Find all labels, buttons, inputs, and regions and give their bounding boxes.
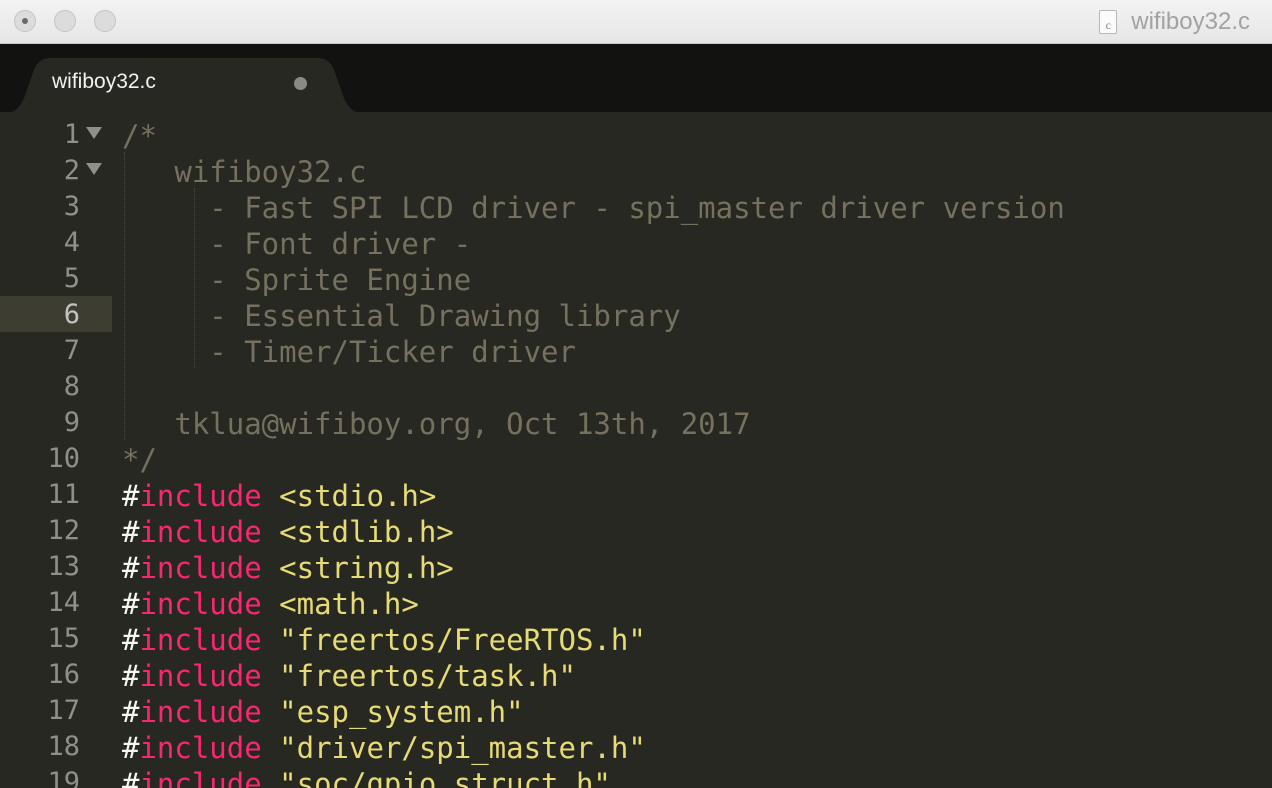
include-keyword: include	[139, 551, 262, 585]
tab-wifiboy32-c[interactable]: wifiboy32.c	[0, 58, 368, 114]
include-keyword: include	[139, 623, 262, 657]
tab-bar: wifiboy32.c	[0, 44, 1272, 114]
code-text: #include "freertos/FreeRTOS.h"	[122, 623, 646, 657]
minimize-window-button[interactable]	[54, 10, 76, 32]
line-number: 9	[63, 407, 80, 438]
code-line: 14 #include <math.h>	[0, 584, 1272, 621]
include-path: "driver/spi_master.h"	[261, 731, 646, 765]
include-path: "soc/gpio_struct.h"	[261, 767, 611, 788]
window-title: c wifiboy32.c	[1099, 8, 1250, 36]
zoom-window-button[interactable]	[94, 10, 116, 32]
code-line: 9 tklua@wifiboy.org, Oct 13th, 2017	[0, 404, 1272, 441]
preprocessor-hash: #	[122, 731, 140, 765]
line-number: 19	[47, 767, 80, 788]
code-text: /*	[122, 119, 157, 153]
code-text: #include "esp_system.h"	[122, 695, 524, 729]
preprocessor-hash: #	[122, 587, 140, 621]
c-file-icon: c	[1099, 10, 1118, 34]
line-number: 7	[63, 335, 80, 366]
include-path: <stdio.h>	[261, 479, 437, 513]
include-path: <stdlib.h>	[261, 515, 454, 549]
include-keyword: include	[139, 515, 262, 549]
preprocessor-hash: #	[122, 695, 140, 729]
code-line: 17 #include "esp_system.h"	[0, 692, 1272, 729]
include-path: <math.h>	[261, 587, 419, 621]
code-text: #include <math.h>	[122, 587, 419, 621]
include-keyword: include	[139, 767, 262, 788]
code-line: 2 wifiboy32.c	[0, 152, 1272, 189]
include-keyword: include	[139, 731, 262, 765]
line-number: 6	[63, 299, 80, 330]
code-line: 8	[0, 368, 1272, 404]
line-number: 11	[47, 479, 80, 510]
include-path: "freertos/FreeRTOS.h"	[261, 623, 646, 657]
line-number: 13	[47, 551, 80, 582]
code-line: 13 #include <string.h>	[0, 548, 1272, 585]
code-text: - Fast SPI LCD driver - spi_master drive…	[122, 191, 1065, 225]
code-line: 12 #include <stdlib.h>	[0, 512, 1272, 549]
code-text: #include <stdio.h>	[122, 479, 436, 513]
code-text: #include <string.h>	[122, 551, 454, 585]
code-text: #include "driver/spi_master.h"	[122, 731, 646, 765]
code-line: 18 #include "driver/spi_master.h"	[0, 728, 1272, 765]
include-keyword: include	[139, 695, 262, 729]
code-line: 5 - Sprite Engine	[0, 260, 1272, 297]
include-path: "freertos/task.h"	[261, 659, 576, 693]
line-number: 16	[47, 659, 80, 690]
code-line: 3 - Fast SPI LCD driver - spi_master dri…	[0, 188, 1272, 225]
line-number: 3	[63, 191, 80, 222]
code-text: */	[122, 443, 157, 477]
line-number: 14	[47, 587, 80, 618]
preprocessor-hash: #	[122, 659, 140, 693]
preprocessor-hash: #	[122, 515, 140, 549]
line-number: 2	[63, 155, 80, 186]
code-text: #include "soc/gpio_struct.h"	[122, 767, 611, 788]
include-keyword: include	[139, 479, 262, 513]
line-number: 10	[47, 443, 80, 474]
line-number: 12	[47, 515, 80, 546]
code-line: 4 - Font driver -	[0, 224, 1272, 261]
include-path: "esp_system.h"	[261, 695, 524, 729]
line-number: 17	[47, 695, 80, 726]
preprocessor-hash: #	[122, 767, 140, 788]
code-text: - Essential Drawing library	[122, 299, 681, 333]
close-window-button[interactable]	[14, 10, 36, 32]
code-text: tklua@wifiboy.org, Oct 13th, 2017	[122, 407, 751, 441]
code-editor[interactable]: 1/* 2 wifiboy32.c 3 - Fast SPI LCD driver …	[0, 112, 1272, 788]
fold-arrow-icon[interactable]	[86, 127, 102, 139]
indent-guide	[124, 152, 125, 440]
preprocessor-hash: #	[122, 479, 140, 513]
line-number: 18	[47, 731, 80, 762]
line-number: 1	[63, 119, 80, 150]
code-line: 7 - Timer/Ticker driver	[0, 332, 1272, 369]
window-titlebar: c wifiboy32.c	[0, 0, 1272, 44]
indent-guide	[194, 188, 195, 368]
preprocessor-hash: #	[122, 551, 140, 585]
code-line: 16 #include "freertos/task.h"	[0, 656, 1272, 693]
code-text: #include "freertos/task.h"	[122, 659, 576, 693]
code-line: 1 /*	[0, 116, 1272, 153]
code-text: #include <stdlib.h>	[122, 515, 454, 549]
include-keyword: include	[139, 587, 262, 621]
include-path: <string.h>	[261, 551, 454, 585]
line-number: 5	[63, 263, 80, 294]
preprocessor-hash: #	[122, 623, 140, 657]
code-text: - Font driver -	[122, 227, 472, 261]
code-line: 6 - Essential Drawing library	[0, 296, 1272, 333]
window-title-text: wifiboy32.c	[1131, 8, 1250, 35]
code-line: 15 #include "freertos/FreeRTOS.h"	[0, 620, 1272, 657]
line-number: 4	[63, 227, 80, 258]
include-keyword: include	[139, 659, 262, 693]
code-text: - Timer/Ticker driver	[122, 335, 576, 369]
line-number: 15	[47, 623, 80, 654]
code-text: - Sprite Engine	[122, 263, 472, 297]
tab-label: wifiboy32.c	[52, 70, 156, 93]
fold-arrow-icon[interactable]	[86, 163, 102, 175]
code-line: 11 #include <stdio.h>	[0, 476, 1272, 513]
code-text: wifiboy32.c	[122, 155, 367, 189]
code-line: 19 #include "soc/gpio_struct.h"	[0, 764, 1272, 788]
unsaved-dot-icon[interactable]	[294, 77, 307, 90]
code-line: 10 */	[0, 440, 1272, 477]
line-number: 8	[63, 371, 80, 402]
